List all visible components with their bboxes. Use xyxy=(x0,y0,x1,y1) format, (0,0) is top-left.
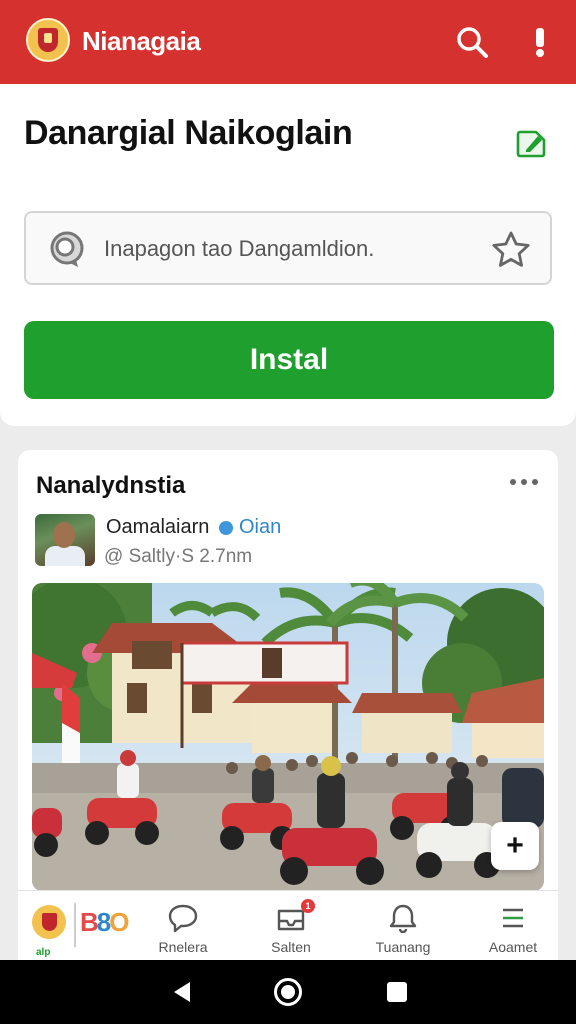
nav-label: Tuanang xyxy=(375,939,431,955)
inbox-icon: 1 xyxy=(275,899,315,933)
nav-label: Aoamet xyxy=(488,939,538,955)
home-icon[interactable] xyxy=(274,978,302,1006)
system-nav-bar xyxy=(0,960,576,1024)
page-title: Danargial Naikoglain xyxy=(24,114,353,152)
search-icon[interactable] xyxy=(452,22,492,62)
app-badge-icon[interactable]: B8O xyxy=(80,907,130,938)
nav-label: Rnelera xyxy=(158,939,208,955)
post-author-tag: Oian xyxy=(238,516,282,538)
home-emblem-icon[interactable] xyxy=(32,905,66,939)
nav-item-rnelera[interactable]: Rnelera xyxy=(138,903,228,963)
more-icon[interactable] xyxy=(510,474,546,490)
search-bubble-icon xyxy=(46,229,88,271)
menu-icon xyxy=(497,903,529,933)
star-icon[interactable] xyxy=(490,229,532,271)
back-icon[interactable] xyxy=(170,980,194,1004)
garuda-emblem-icon[interactable] xyxy=(26,18,70,62)
bottom-nav: alp B8O Rnelera 1 Salten Tuanang Aoamet xyxy=(18,890,558,962)
nav-item-salten[interactable]: 1 Salten xyxy=(246,899,336,963)
search-input[interactable]: Inapagon tao Dangamldion. xyxy=(24,211,552,285)
nav-logo-tag: alp xyxy=(36,947,51,958)
edit-icon[interactable] xyxy=(512,122,552,162)
install-button[interactable]: Instal xyxy=(24,321,554,399)
nav-item-aoamet[interactable]: Aoamet xyxy=(468,903,558,963)
notifications-icon xyxy=(387,903,419,934)
verified-icon xyxy=(218,520,233,535)
app-title: Nianagaia xyxy=(82,26,201,56)
post-meta: @ Saltly·S 2.7nm xyxy=(104,546,253,567)
app-bar: Nianagaia xyxy=(0,0,576,84)
post-author[interactable]: Oamalaiarn Oian xyxy=(106,516,281,539)
search-placeholder: Inapagon tao Dangamldion. xyxy=(104,236,375,261)
avatar[interactable] xyxy=(35,514,95,566)
header-card: Danargial Naikoglain Inapagon tao Dangam… xyxy=(0,84,576,426)
nav-item-tuanang[interactable]: Tuanang xyxy=(358,903,448,963)
nav-badge: 1 xyxy=(301,899,315,913)
post-photo[interactable] xyxy=(32,583,544,891)
recents-icon[interactable] xyxy=(387,982,407,1002)
add-post-button[interactable]: + xyxy=(491,822,539,870)
post-author-name: Oamalaiarn xyxy=(106,516,210,538)
nav-divider xyxy=(74,903,76,947)
nav-label: Salten xyxy=(271,939,311,955)
feed-title: Nanalydnstia xyxy=(36,472,186,499)
feed-card: Nanalydnstia Oamalaiarn Oian @ Saltly·S … xyxy=(18,450,558,960)
chat-bubble-icon xyxy=(167,903,199,933)
alert-icon[interactable] xyxy=(520,22,560,62)
